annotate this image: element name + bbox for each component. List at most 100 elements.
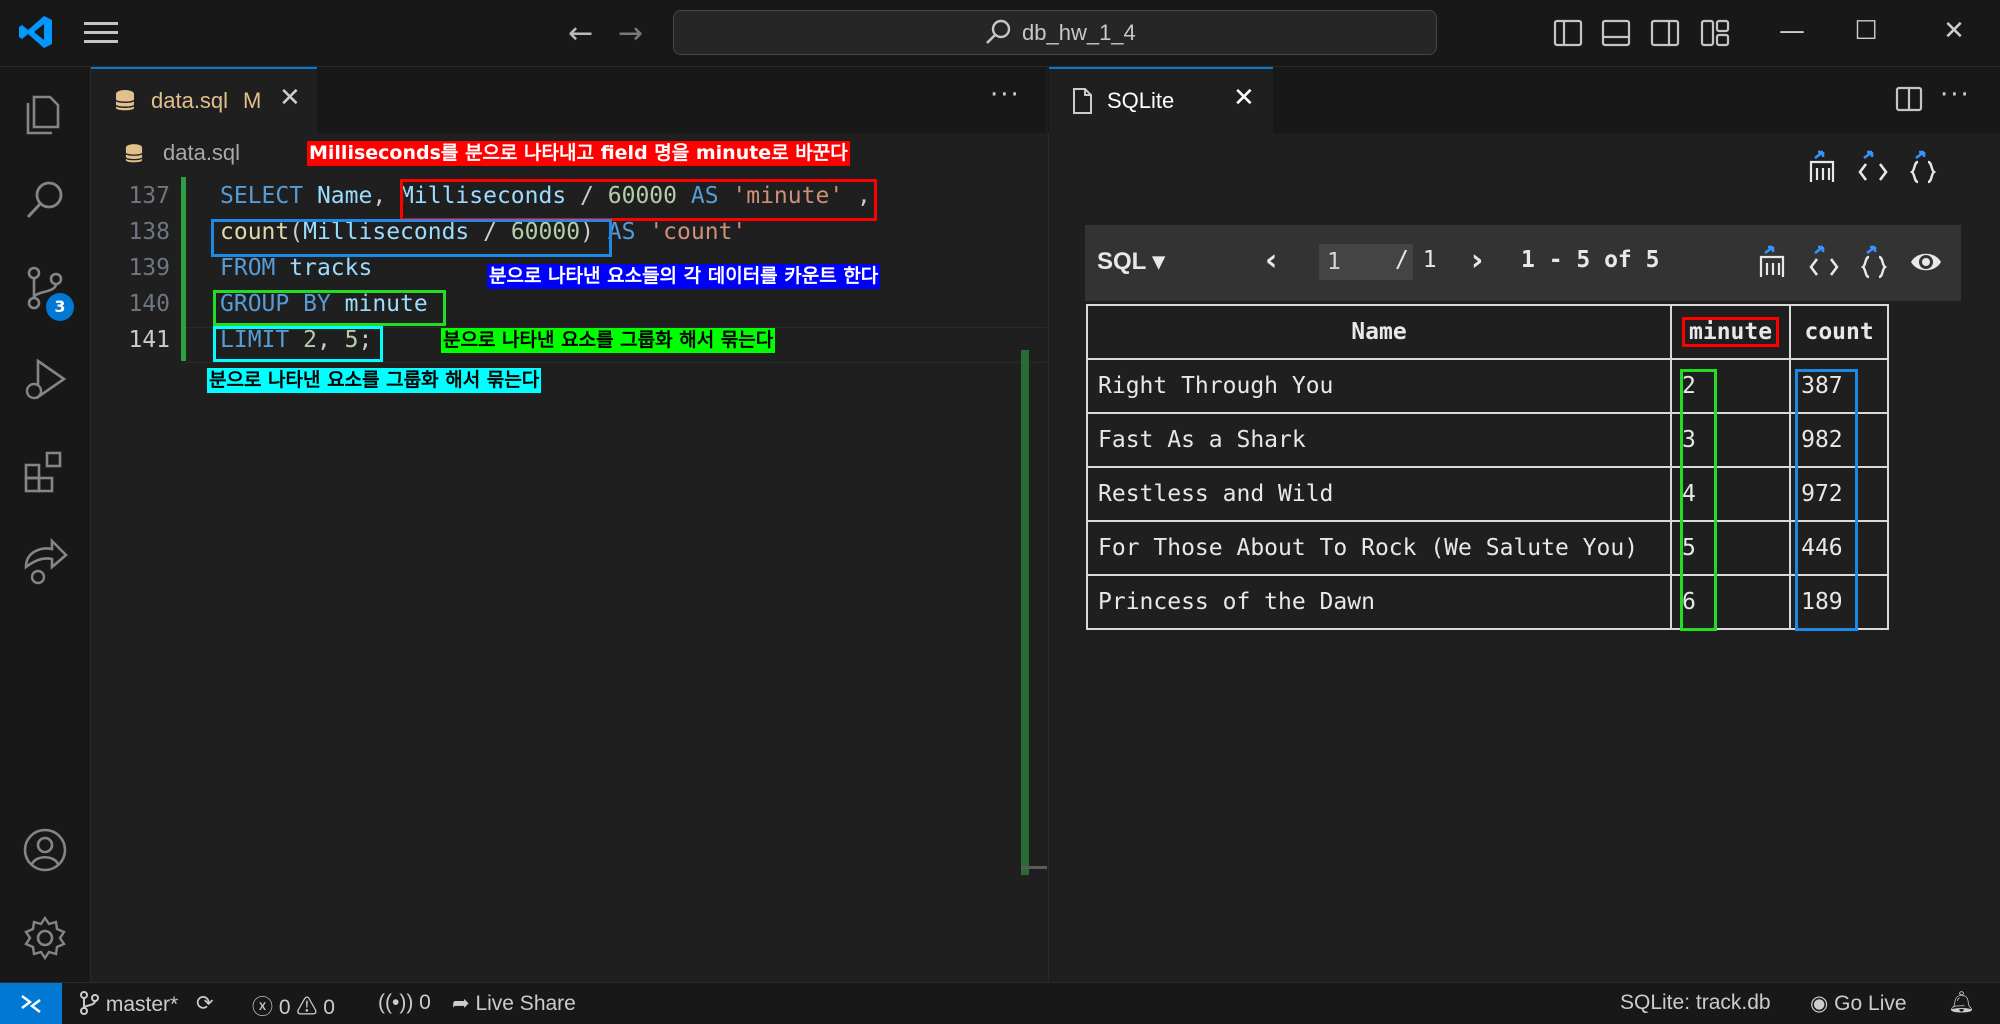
activity-bar: 3: [0, 67, 91, 982]
export-json-icon[interactable]: [1857, 245, 1891, 279]
error-count: 0: [278, 996, 291, 1019]
annotation-label-green: 분으로 나타낸 요소를 그룹화 해서 묶는다: [441, 328, 776, 353]
cell-name: Right Through You: [1086, 358, 1672, 414]
result-toolbar: SQL ▾ ‹ / 1 › 1 - 5 of 5: [1085, 225, 1961, 301]
sqlite-db-status[interactable]: SQLite: track.db: [1620, 991, 1771, 1015]
annotation-box-red: [400, 179, 877, 221]
next-page-button[interactable]: ›: [1471, 243, 1483, 278]
command-center-search[interactable]: db_hw_1_4: [673, 10, 1437, 55]
preview-file-icon: [1073, 88, 1092, 114]
table-body: Right Through You 2 387 Fast As a Shark 3 982…: [1086, 358, 1890, 630]
status-bar: master* ⟳ ⓧ 0 ⚠ 0 ((•)) 0 ➦ Live Share S…: [0, 982, 2000, 1024]
result-table: Name minute count Right Through You 2 387 F…: [1086, 304, 1890, 630]
close-tab-icon[interactable]: ✕: [1233, 83, 1255, 113]
remote-icon: [21, 995, 41, 1013]
column-header-minute: minute: [1669, 304, 1792, 360]
sql-dropdown[interactable]: SQL ▾: [1097, 247, 1165, 276]
export-csv-icon[interactable]: [1805, 150, 1839, 184]
table-row: Fast As a Shark 3 982: [1086, 412, 1890, 468]
database-file-icon: [125, 144, 143, 163]
table-row: Right Through You 2 387: [1086, 358, 1890, 414]
export-csv-icon[interactable]: [1755, 245, 1789, 279]
go-back-button[interactable]: ←: [568, 16, 593, 51]
ports-count: 0: [419, 991, 431, 1014]
live-share-icon[interactable]: [20, 537, 70, 587]
annotation-box-count-column: [1795, 369, 1858, 631]
error-icon: ⓧ: [252, 996, 273, 1019]
line-number: 140: [128, 291, 170, 317]
table-row: Restless and Wild 4 972: [1086, 466, 1890, 522]
live-share-icon: ➦: [452, 992, 470, 1015]
ports-status[interactable]: ((•)) 0: [378, 991, 431, 1015]
git-added-gutter: [181, 177, 186, 361]
code-token: 'count': [649, 219, 747, 245]
annotation-box-cyan: [213, 326, 383, 362]
editor-tab-label: data.sql: [151, 88, 229, 113]
modified-indicator: M: [243, 88, 262, 113]
close-tab-icon[interactable]: ✕: [279, 83, 301, 113]
accounts-icon[interactable]: [20, 825, 70, 875]
application-menu-icon[interactable]: [84, 18, 118, 48]
annotation-label-blue: 분으로 나타낸 요소들의 각 데이터를 카운트 한다: [487, 264, 881, 289]
problems-status[interactable]: ⓧ 0 ⚠ 0: [252, 991, 335, 1021]
previous-page-button[interactable]: ‹: [1265, 243, 1277, 278]
remote-indicator[interactable]: [0, 983, 62, 1024]
toggle-primary-sidebar-icon[interactable]: [1553, 18, 1583, 48]
table-row: Princess of the Dawn 6 189: [1086, 574, 1890, 630]
database-file-icon: [115, 90, 135, 111]
line-number: 137: [128, 183, 170, 209]
explorer-icon[interactable]: [20, 87, 70, 137]
warning-count: 0: [323, 996, 335, 1019]
code-token: AS: [607, 219, 650, 245]
editor-scrollbar[interactable]: [1021, 350, 1029, 875]
view-eye-icon[interactable]: [1909, 245, 1943, 279]
close-window-button[interactable]: ✕: [1936, 16, 1972, 52]
more-actions-icon[interactable]: ···: [1940, 80, 1971, 110]
cell-name: Restless and Wild: [1086, 466, 1672, 522]
warning-icon: ⚠: [296, 996, 318, 1019]
minimize-button[interactable]: —: [1774, 16, 1810, 52]
live-share-status[interactable]: ➦ Live Share: [452, 991, 576, 1016]
table-row: For Those About To Rock (We Salute You) 5…: [1086, 520, 1890, 576]
column-header-minute-label: minute: [1682, 317, 1780, 347]
editor-tab-data-sql[interactable]: data.sql M ✕: [91, 67, 317, 135]
git-branch-status[interactable]: master*: [78, 991, 178, 1017]
row-range: 1 - 5 of 5: [1521, 247, 1660, 273]
vscode-logo-icon: [19, 16, 52, 48]
maximize-button[interactable]: ☐: [1848, 16, 1884, 52]
code-token: Name: [316, 183, 373, 209]
go-live-status[interactable]: ◉ Go Live: [1810, 991, 1907, 1016]
notifications-bell-icon[interactable]: 🔔︎: [1948, 991, 1975, 1015]
column-header-count: count: [1789, 304, 1890, 360]
column-header-name: Name: [1086, 304, 1672, 360]
toggle-panel-icon[interactable]: [1601, 18, 1631, 48]
git-branch-icon: [80, 991, 99, 1015]
line-number: 139: [128, 255, 170, 281]
customize-layout-icon[interactable]: [1700, 18, 1730, 48]
search-text: db_hw_1_4: [1022, 20, 1136, 45]
code-token: SELECT: [220, 183, 317, 209]
extensions-icon[interactable]: [20, 447, 70, 497]
sync-icon[interactable]: ⟳: [196, 991, 214, 1016]
search-icon[interactable]: [20, 175, 70, 225]
export-json-icon[interactable]: [1906, 150, 1940, 184]
table-header-row: Name minute count: [1086, 304, 1890, 360]
broadcast-icon: ((•)): [378, 991, 414, 1014]
export-html-icon[interactable]: [1807, 245, 1841, 279]
scrollbar-thumb[interactable]: [1021, 866, 1047, 869]
branch-name: master*: [105, 993, 179, 1016]
export-html-icon[interactable]: [1856, 150, 1890, 184]
panel-tab-sqlite[interactable]: SQLite ✕: [1049, 67, 1273, 135]
split-editor-icon[interactable]: [1894, 84, 1924, 114]
line-number: 141: [128, 327, 170, 353]
manage-gear-icon[interactable]: [20, 913, 70, 963]
go-forward-button[interactable]: →: [618, 16, 643, 51]
cell-name: For Those About To Rock (We Salute You): [1086, 520, 1672, 576]
more-actions-icon[interactable]: ···: [990, 80, 1021, 110]
toggle-secondary-sidebar-icon[interactable]: [1650, 18, 1680, 48]
breadcrumb[interactable]: data.sql: [163, 140, 240, 166]
broadcast-icon: ◉: [1810, 992, 1829, 1015]
code-line[interactable]: FROM tracks: [220, 255, 372, 281]
cell-name: Fast As a Shark: [1086, 412, 1672, 468]
run-debug-icon[interactable]: [20, 355, 70, 405]
